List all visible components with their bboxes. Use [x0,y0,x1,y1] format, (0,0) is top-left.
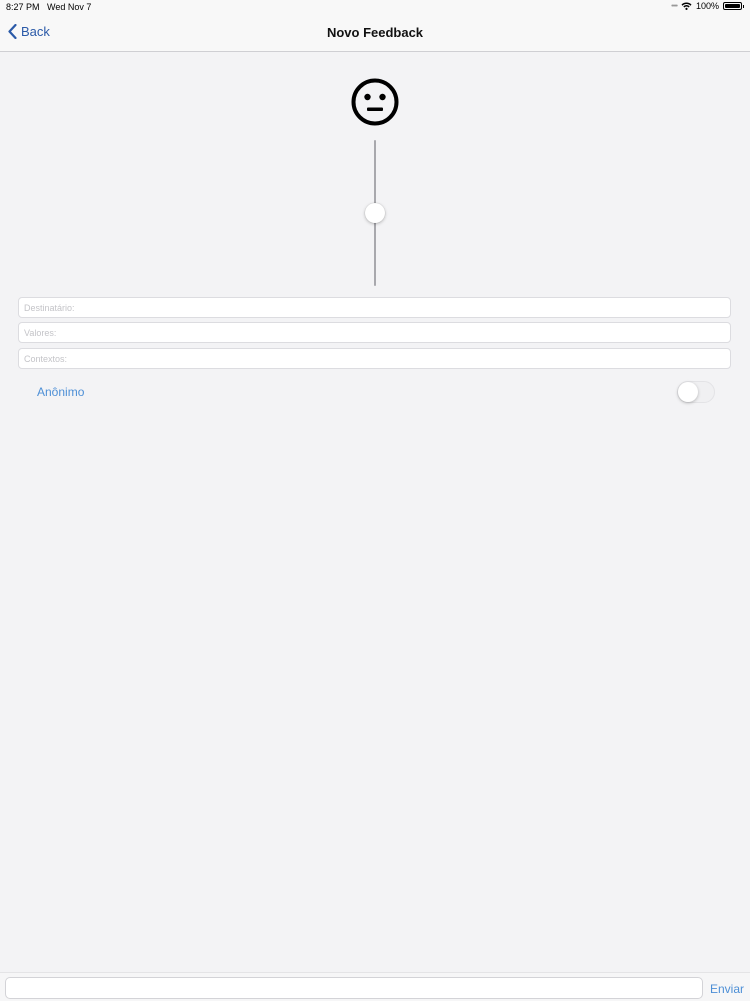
status-date: Wed Nov 7 [47,2,92,12]
compose-bar: Enviar [0,972,750,1001]
recipient-field[interactable] [18,297,731,318]
anonymous-toggle[interactable] [677,381,715,403]
toggle-knob [678,382,698,402]
wifi-icon [681,2,692,10]
status-time: 8:27 PM [6,2,40,12]
status-right: •••• 100% [671,1,744,11]
values-field[interactable] [18,322,731,343]
anonymous-label: Anônimo [37,385,85,399]
mood-slider-thumb[interactable] [365,203,385,223]
battery-icon [723,2,744,10]
contexts-field[interactable] [18,348,731,369]
page-title: Novo Feedback [326,25,424,40]
status-bar: 8:27 PM Wed Nov 7 •••• 100% [0,0,750,14]
battery-fill [725,4,740,8]
neutral-face-icon [351,78,399,126]
send-button[interactable]: Enviar [710,982,744,996]
battery-percent: 100% [695,1,719,11]
message-input[interactable] [5,977,703,999]
navigation-bar: Back Novo Feedback [0,14,750,52]
signal-icon: •••• [671,2,678,10]
